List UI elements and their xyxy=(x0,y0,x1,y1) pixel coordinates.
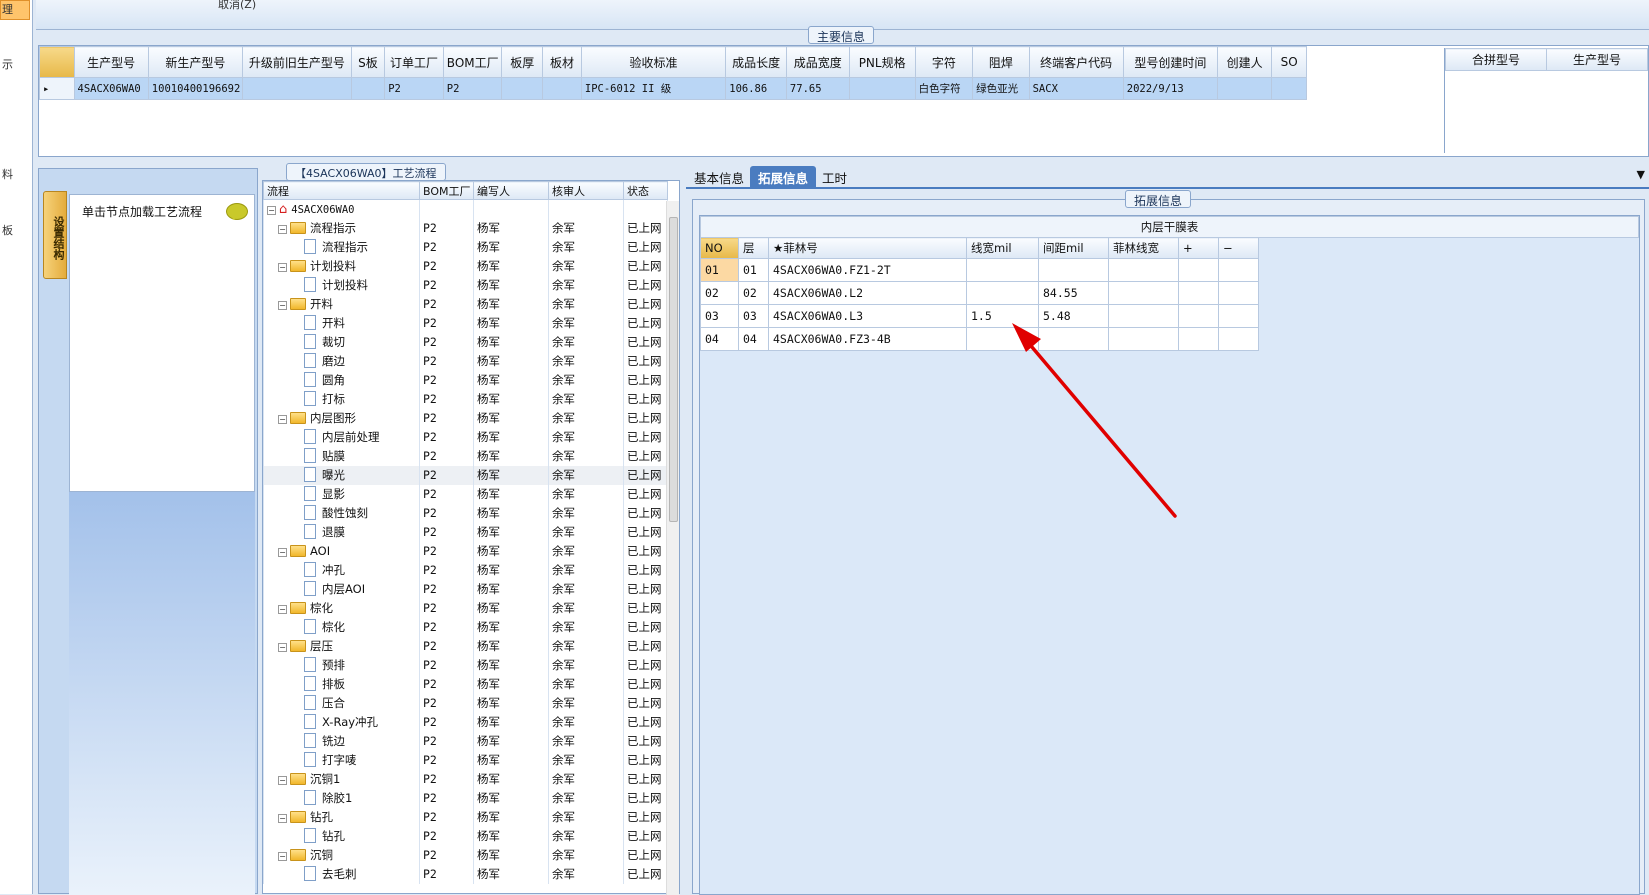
annotation-arrow xyxy=(1012,323,1177,518)
